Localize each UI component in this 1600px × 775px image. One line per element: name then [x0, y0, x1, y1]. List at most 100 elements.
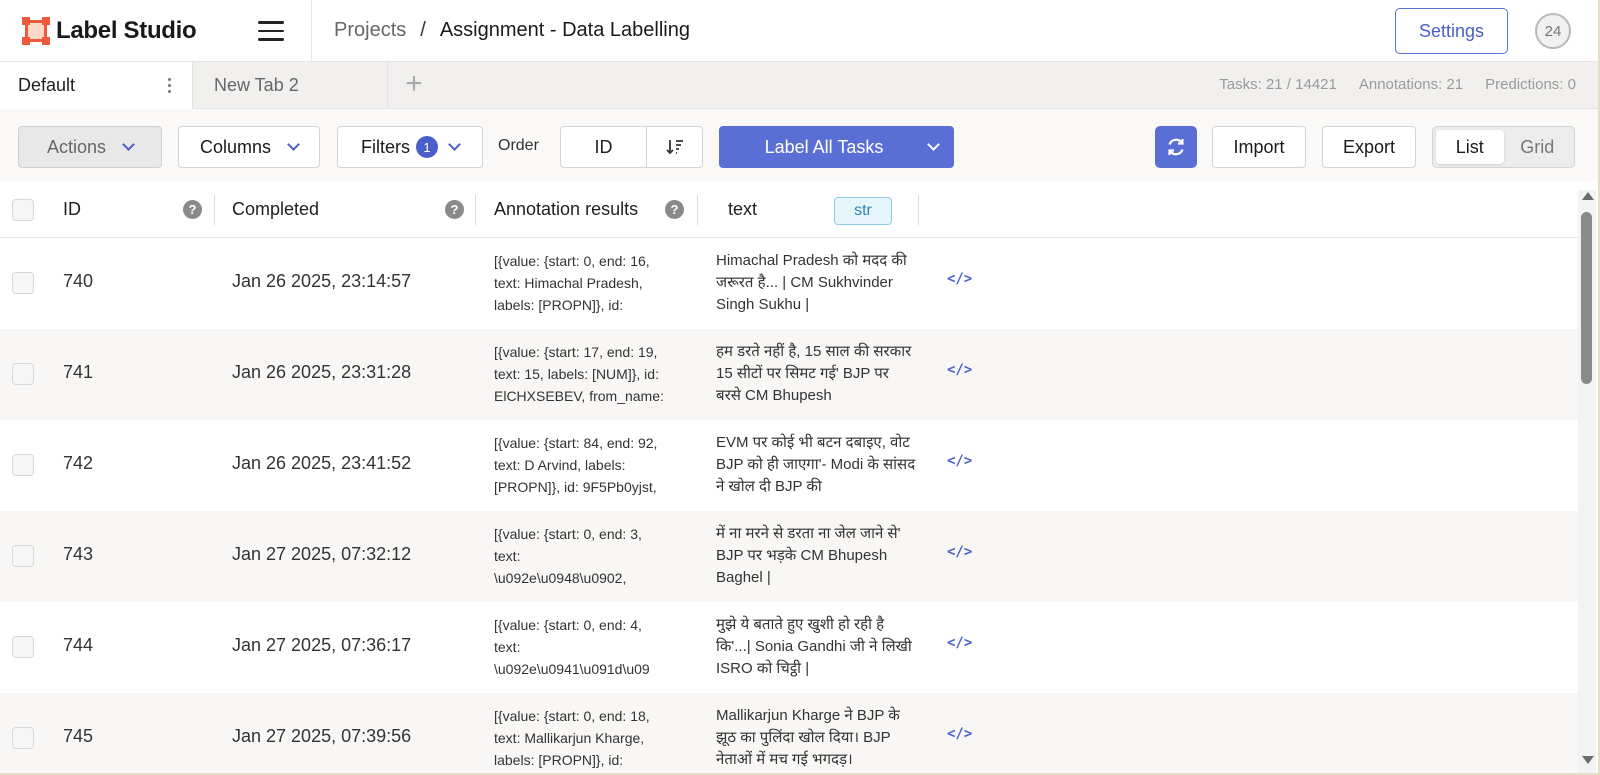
tab-default[interactable]: Default	[0, 62, 193, 109]
settings-button[interactable]: Settings	[1395, 8, 1508, 54]
column-header-text[interactable]: text	[728, 181, 757, 238]
more-vertical-icon[interactable]	[168, 76, 172, 94]
row-checkbox[interactable]	[12, 454, 34, 476]
help-icon[interactable]: ?	[665, 181, 684, 238]
cell-annotation-results: [{value: {start: 0, end: 4, text: \u092e…	[494, 617, 650, 677]
table-row[interactable]: 742 Jan 26 2025, 23:41:52 [{value: {star…	[0, 420, 1578, 511]
cell-text: मुझे ये बताते हुए खुशी हो रही है कि'...|…	[716, 616, 912, 677]
cell-text: EVM पर कोई भी बटन दबाइए, वोट BJP को ही ज…	[716, 434, 916, 495]
cell-text: Mallikarjun Kharge ने BJP के झूठ का पुलि…	[716, 707, 900, 768]
breadcrumb-current-project: Assignment - Data Labelling	[439, 19, 690, 41]
help-glyph: ?	[445, 200, 464, 219]
columns-label: Columns	[199, 136, 272, 157]
code-icon[interactable]: </>	[947, 544, 972, 560]
table-row[interactable]: 745 Jan 27 2025, 07:39:56 [{value: {star…	[0, 693, 1578, 773]
cell-id: 745	[63, 726, 94, 746]
filters-label: Filters	[361, 136, 410, 157]
import-button[interactable]: Import	[1212, 126, 1306, 168]
chevron-down-icon	[122, 137, 135, 151]
app-name: Label Studio	[56, 17, 197, 44]
cell-completed: Jan 27 2025, 07:39:56	[232, 726, 412, 746]
columns-dropdown[interactable]: Columns	[178, 126, 320, 168]
predictions-count: Predictions: 0	[1485, 76, 1576, 93]
cell-completed: Jan 26 2025, 23:14:57	[232, 271, 412, 291]
column-divider[interactable]	[918, 195, 919, 225]
column-header-annotation-results[interactable]: Annotation results	[494, 181, 638, 238]
order-label: Order	[498, 137, 539, 154]
view-list-button[interactable]: List	[1436, 130, 1504, 164]
cell-completed: Jan 26 2025, 23:41:52	[232, 453, 412, 473]
table-row[interactable]: 744 Jan 27 2025, 07:36:17 [{value: {star…	[0, 602, 1578, 693]
column-header-id[interactable]: ID	[63, 181, 81, 238]
order-field-select[interactable]: ID	[561, 127, 647, 167]
column-divider[interactable]	[214, 195, 215, 225]
select-all-checkbox[interactable]	[12, 181, 34, 238]
code-icon[interactable]: </>	[947, 726, 972, 742]
row-checkbox[interactable]	[12, 636, 34, 658]
cell-id: 744	[63, 635, 94, 655]
scrollbar-thumb[interactable]	[1581, 212, 1592, 384]
cell-id: 742	[63, 453, 94, 473]
table-row[interactable]: 743 Jan 27 2025, 07:32:12 [{value: {star…	[0, 511, 1578, 602]
avatar[interactable]: 24	[1535, 13, 1571, 49]
logo[interactable]: Label Studio	[22, 16, 197, 46]
table-header: ID ? Completed ? Annotation results ? te…	[0, 181, 1578, 238]
cell-completed: Jan 26 2025, 23:31:28	[232, 362, 412, 382]
code-icon[interactable]: </>	[947, 362, 972, 378]
help-glyph: ?	[183, 200, 202, 219]
filters-dropdown[interactable]: Filters 1	[337, 126, 483, 168]
cell-id: 743	[63, 544, 94, 564]
column-type-badge: str	[834, 197, 892, 225]
top-bar: Label Studio Projects / Assignment - Dat…	[0, 0, 1598, 62]
label-all-tasks-label: Label All Tasks	[764, 136, 884, 157]
cell-id: 740	[63, 271, 94, 291]
row-checkbox[interactable]	[12, 727, 34, 749]
help-glyph: ?	[665, 200, 684, 219]
cell-text: में ना मरने से डरता ना जेल जाने से' BJP …	[716, 525, 901, 586]
cell-annotation-results: [{value: {start: 17, end: 19, text: 15, …	[494, 344, 664, 404]
breadcrumb-separator: /	[420, 19, 426, 41]
actions-dropdown[interactable]: Actions	[18, 126, 162, 168]
cell-text: हम डरते नहीं है, 15 साल की सरकार 15 सीटो…	[716, 343, 912, 404]
plus-icon[interactable]: +	[400, 69, 428, 99]
breadcrumb: Projects / Assignment - Data Labelling	[334, 19, 690, 42]
cell-annotation-results: [{value: {start: 84, end: 92, text: D Ar…	[494, 435, 658, 495]
export-button[interactable]: Export	[1322, 126, 1416, 168]
divider	[311, 0, 312, 62]
filters-count-badge: 1	[416, 136, 438, 158]
column-divider[interactable]	[475, 195, 476, 225]
tab-label: Default	[18, 75, 76, 95]
column-header-completed[interactable]: Completed	[232, 181, 319, 238]
cell-annotation-results: [{value: {start: 0, end: 18, text: Malli…	[494, 708, 650, 768]
code-icon[interactable]: </>	[947, 271, 972, 287]
view-grid-button[interactable]: Grid	[1504, 130, 1572, 164]
table-row[interactable]: 741 Jan 26 2025, 23:31:28 [{value: {star…	[0, 329, 1578, 420]
breadcrumb-projects-link[interactable]: Projects	[334, 19, 406, 42]
order-control: ID	[560, 126, 703, 168]
scroll-up-arrow-icon[interactable]	[1582, 192, 1594, 200]
help-icon[interactable]: ?	[183, 181, 202, 238]
table-row[interactable]: 740 Jan 26 2025, 23:14:57 [{value: {star…	[0, 238, 1578, 329]
refresh-icon	[1168, 138, 1184, 156]
actions-label: Actions	[46, 136, 107, 157]
code-icon[interactable]: </>	[947, 453, 972, 469]
chevron-down-icon	[287, 137, 300, 151]
chevron-down-icon	[448, 137, 461, 151]
label-all-tasks-button[interactable]: Label All Tasks	[719, 126, 954, 168]
sort-direction-icon[interactable]	[647, 127, 702, 167]
row-checkbox[interactable]	[12, 363, 34, 385]
view-toggle: List Grid	[1432, 126, 1575, 168]
menu-icon[interactable]	[258, 21, 284, 41]
code-icon[interactable]: </>	[947, 635, 972, 651]
tab-new-tab-2[interactable]: New Tab 2	[194, 62, 388, 109]
row-checkbox[interactable]	[12, 272, 34, 294]
cell-completed: Jan 27 2025, 07:36:17	[232, 635, 412, 655]
refresh-button[interactable]	[1155, 126, 1197, 168]
help-icon[interactable]: ?	[445, 181, 464, 238]
tab-label: New Tab 2	[214, 75, 299, 95]
column-divider[interactable]	[697, 195, 698, 225]
chevron-down-icon[interactable]	[927, 137, 940, 151]
row-checkbox[interactable]	[12, 545, 34, 567]
scroll-down-arrow-icon[interactable]	[1582, 756, 1594, 764]
task-stats: Tasks: 21 / 14421 Annotations: 21 Predic…	[1219, 76, 1576, 93]
